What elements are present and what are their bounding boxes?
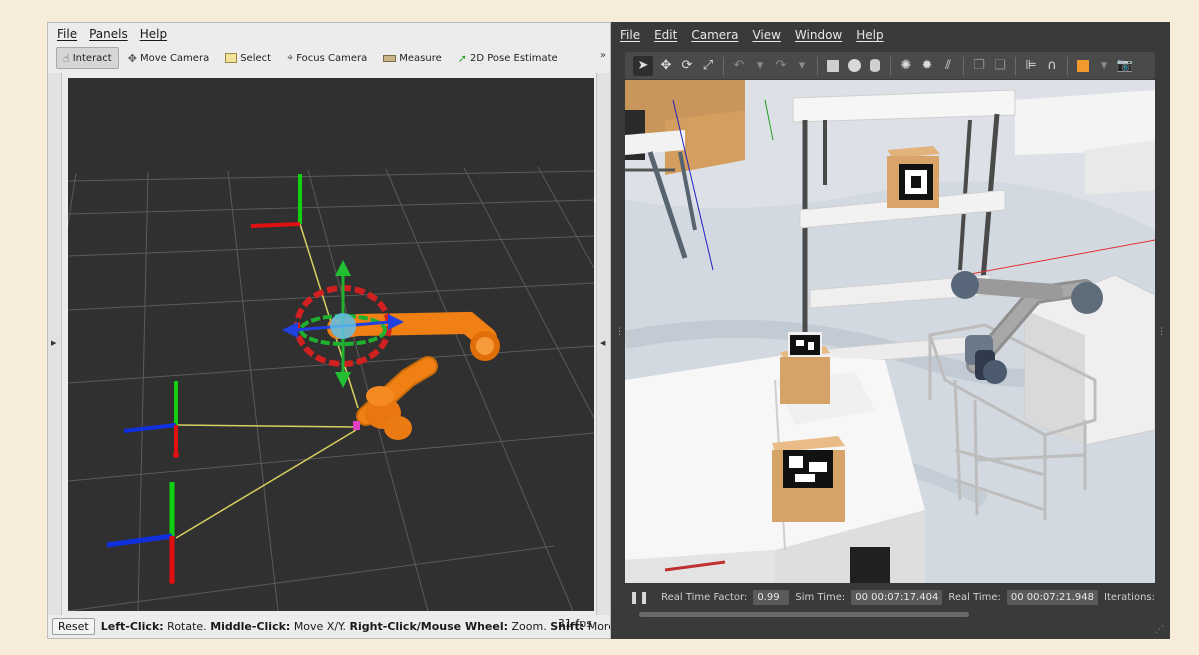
tool-select[interactable]: Select	[218, 47, 278, 69]
tool-move-camera-label: Move Camera	[139, 52, 210, 64]
rviz-scene	[68, 166, 594, 611]
toolbar-separator	[1067, 56, 1068, 75]
toolbar-overflow-icon[interactable]: »	[600, 50, 606, 61]
rviz-statusbar: Reset Left-Click: Rotate. Middle-Click: …	[48, 614, 610, 638]
tool-interact-label: Interact	[72, 52, 112, 64]
gazebo-3d-scene[interactable]	[625, 80, 1155, 583]
gz-menu-window[interactable]: Window	[795, 28, 842, 42]
rotate-icon[interactable]: ⟳	[679, 58, 695, 74]
focus-crosshair-icon: ⌖	[287, 51, 294, 64]
box-shape-icon[interactable]	[825, 58, 841, 74]
hint-mid-val: Move X/Y.	[293, 619, 347, 633]
change-view-dropdown-icon[interactable]: ▾	[1096, 58, 1112, 74]
tool-measure[interactable]: Measure	[376, 47, 449, 69]
translate-icon[interactable]: ✥	[658, 58, 674, 74]
ground-grid	[68, 166, 594, 611]
tool-move-camera[interactable]: ✥ Move Camera	[121, 47, 216, 69]
tool-2d-pose-estimate-label: 2D Pose Estimate	[469, 52, 558, 64]
mouse-hint: Left-Click: Rotate. Middle-Click: Move X…	[101, 620, 610, 633]
gazebo-statusbar: ❚❚ Real Time Factor: 0.99 Sim Time: 00 0…	[625, 585, 1155, 609]
iterations-label: Iterations:	[1104, 591, 1155, 603]
tf-frame-top	[250, 174, 302, 228]
toolbar-separator	[963, 56, 964, 75]
tool-focus-camera[interactable]: ⌖ Focus Camera	[280, 47, 374, 69]
green-arrow-icon: ➚	[457, 51, 467, 65]
toolbar-separator	[723, 56, 724, 75]
menu-help[interactable]: Help	[140, 27, 167, 41]
expand-left-icon: ▶	[51, 339, 57, 347]
toolbar-separator	[817, 56, 818, 75]
ruler-icon	[383, 54, 397, 62]
undo-dropdown-icon[interactable]: ▾	[752, 58, 768, 74]
point-light-icon[interactable]: ✺	[898, 58, 914, 74]
copy-icon[interactable]: ❐	[971, 58, 987, 74]
hint-right-val: Zoom.	[511, 619, 547, 633]
expand-right-icon: ◀	[600, 339, 606, 347]
sphere-shape-icon[interactable]	[846, 58, 862, 74]
hint-left-key: Left-Click:	[100, 619, 164, 633]
right-panel-collapse[interactable]: ◀	[596, 73, 610, 615]
tool-measure-label: Measure	[399, 52, 442, 64]
tf-frame-mid	[123, 381, 179, 458]
redo-icon[interactable]: ↷	[773, 58, 789, 74]
toolbar-separator	[890, 56, 891, 75]
left-panel-collapse[interactable]: ▶	[48, 73, 62, 615]
gz-menu-file[interactable]: File	[620, 28, 640, 42]
directional-light-icon[interactable]: ⫽	[940, 58, 956, 74]
scale-icon[interactable]: ⤢	[700, 58, 716, 74]
redo-dropdown-icon[interactable]: ▾	[794, 58, 810, 74]
rtf-label: Real Time Factor:	[661, 591, 748, 603]
gazebo-window: File Edit Camera View Window Help ➤ ✥ ⟳ …	[611, 22, 1170, 639]
spot-light-icon[interactable]: ✹	[919, 58, 935, 74]
sim-time-value: 00 00:07:17.404	[851, 589, 943, 605]
gz-menu-view[interactable]: View	[752, 28, 780, 42]
right-panel-grip-icon[interactable]: ⋮	[1157, 327, 1166, 337]
hint-mid-key: Middle-Click:	[210, 619, 291, 633]
tool-select-label: Select	[240, 52, 272, 64]
resize-grip-icon[interactable]: ⋰	[1155, 625, 1164, 635]
real-time-label: Real Time:	[948, 591, 1001, 603]
gazebo-toolbar: ➤ ✥ ⟳ ⤢ ↶ ▾ ↷ ▾ ✺ ✹ ⫽ ❐ ❏ ⊫ ∩ ▾ 📷	[625, 52, 1155, 79]
gz-menu-help[interactable]: Help	[856, 28, 883, 42]
real-time-value: 00 00:07:21.948	[1006, 589, 1098, 605]
menu-panels[interactable]: Panels	[89, 27, 128, 41]
rtf-value: 0.99	[753, 589, 790, 605]
tool-focus-camera-label: Focus Camera	[296, 52, 368, 64]
pause-icon[interactable]: ❚❚	[625, 590, 655, 604]
menu-file[interactable]: File	[57, 27, 77, 41]
rviz-menubar: File Panels Help	[48, 23, 610, 45]
change-view-icon[interactable]	[1075, 58, 1091, 74]
align-icon[interactable]: ⊫	[1023, 58, 1039, 74]
hint-left-val: Rotate.	[167, 619, 207, 633]
gazebo-menubar: File Edit Camera View Window Help	[611, 22, 1170, 48]
sim-time-label: Sim Time:	[795, 591, 846, 603]
fps-readout: 31 fps	[557, 617, 592, 630]
horizontal-scrollbar[interactable]	[639, 612, 969, 617]
screenshot-camera-icon[interactable]: 📷	[1117, 58, 1133, 74]
rviz-toolbar: ☝ Interact ✥ Move Camera Select ⌖ Focus …	[48, 45, 610, 71]
paste-icon[interactable]: ❏	[992, 58, 1008, 74]
gazebo-render	[625, 80, 1155, 583]
tf-links	[175, 223, 359, 539]
select-box-icon	[225, 53, 238, 63]
move-camera-icon: ✥	[127, 51, 137, 65]
rviz-3d-viewport[interactable]	[68, 78, 594, 611]
gz-menu-camera[interactable]: Camera	[691, 28, 738, 42]
tool-2d-pose-estimate[interactable]: ➚ 2D Pose Estimate	[451, 47, 565, 69]
rviz-window: File Panels Help ☝ Interact ✥ Move Camer…	[47, 22, 611, 639]
reset-button[interactable]: Reset	[52, 617, 95, 635]
gz-menu-edit[interactable]: Edit	[654, 28, 677, 42]
cylinder-shape-icon[interactable]	[867, 58, 883, 74]
hint-right-key: Right-Click/Mouse Wheel:	[349, 619, 509, 633]
hand-pointer-icon: ☝	[63, 51, 70, 65]
undo-icon[interactable]: ↶	[731, 58, 747, 74]
left-panel-grip-icon[interactable]: ⋮	[615, 327, 624, 337]
toolbar-separator	[1015, 56, 1016, 75]
select-arrow-icon[interactable]: ➤	[633, 55, 653, 76]
snap-icon[interactable]: ∩	[1044, 58, 1060, 74]
tool-interact[interactable]: ☝ Interact	[56, 47, 119, 69]
